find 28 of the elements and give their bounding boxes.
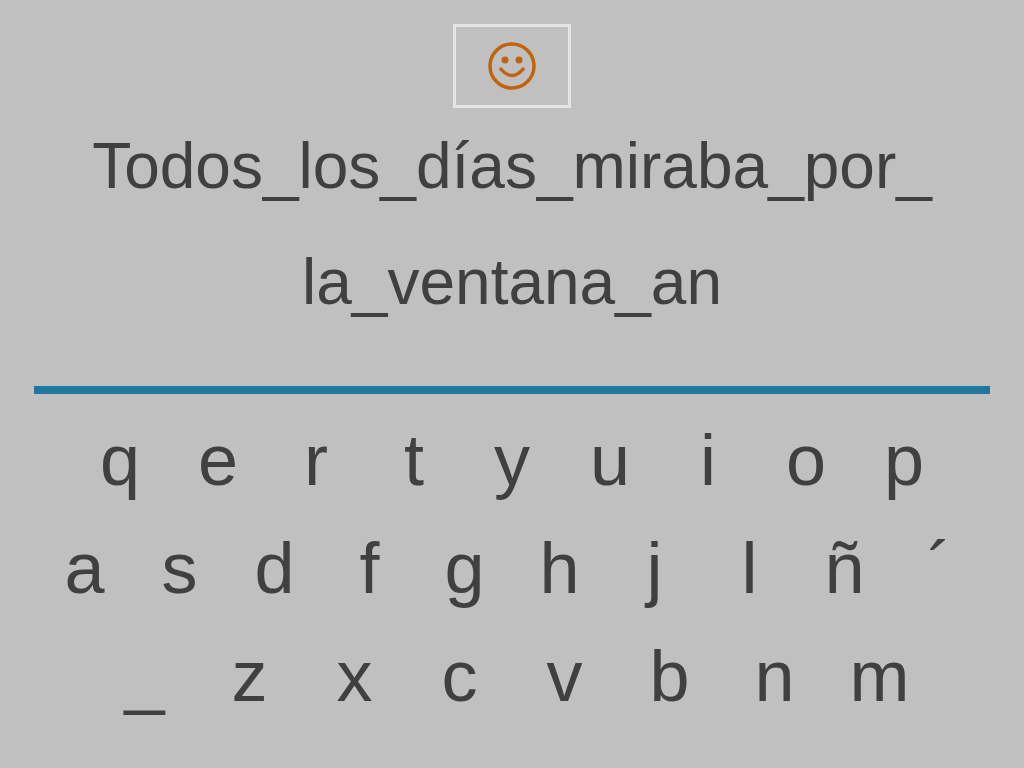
letter-key[interactable]: c — [407, 630, 512, 722]
letter-key[interactable]: i — [659, 414, 757, 506]
letter-key[interactable]: o — [757, 414, 855, 506]
letter-key[interactable]: r — [267, 414, 365, 506]
letter-key[interactable]: d — [227, 522, 322, 614]
letter-key[interactable]: z — [197, 630, 302, 722]
smiley-icon — [487, 41, 537, 91]
letter-key[interactable]: ñ — [797, 522, 892, 614]
letter-key[interactable]: ´ — [892, 522, 987, 614]
letter-key[interactable]: b — [617, 630, 722, 722]
letter-key[interactable]: q — [71, 414, 169, 506]
letter-key[interactable]: j — [607, 522, 702, 614]
letter-key[interactable]: n — [722, 630, 827, 722]
letter-key[interactable]: u — [561, 414, 659, 506]
letter-key[interactable]: e — [169, 414, 267, 506]
letter-key[interactable]: s — [132, 522, 227, 614]
letter-key[interactable]: g — [417, 522, 512, 614]
letter-key[interactable]: f — [322, 522, 417, 614]
letter-key[interactable]: y — [463, 414, 561, 506]
letter-key[interactable]: h — [512, 522, 607, 614]
letter-key[interactable]: v — [512, 630, 617, 722]
letter-key[interactable]: t — [365, 414, 463, 506]
letter-key[interactable]: p — [855, 414, 953, 506]
letter-key[interactable]: _ — [92, 630, 197, 722]
letter-key[interactable]: l — [702, 522, 797, 614]
letter-key[interactable]: m — [827, 630, 932, 722]
letter-key[interactable]: a — [37, 522, 132, 614]
letter-key[interactable]: x — [302, 630, 407, 722]
